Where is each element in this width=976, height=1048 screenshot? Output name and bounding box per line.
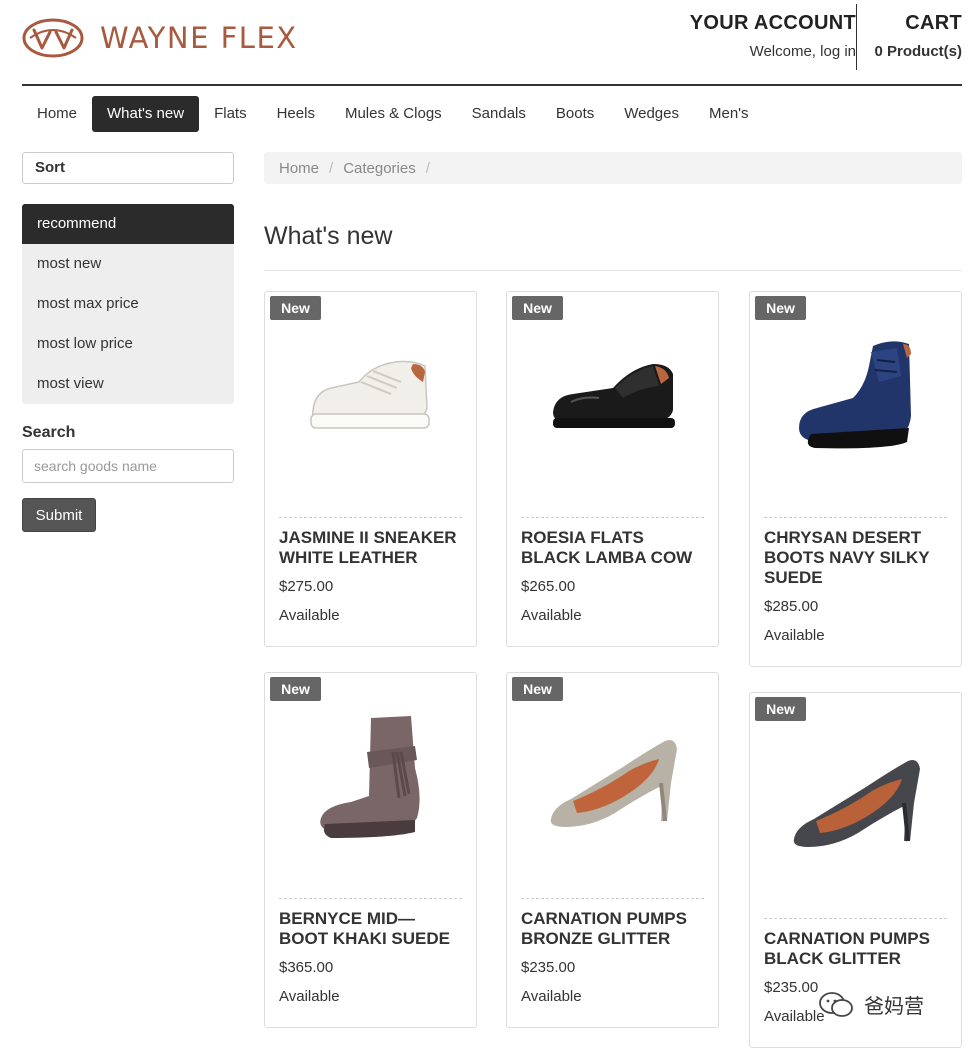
flat-shoe-image-icon [552,364,675,428]
product-status: Available [521,607,582,624]
mid-boot-image-icon [319,716,420,838]
nav-flats[interactable]: Flats [199,96,262,132]
product-price: $285.00 [764,598,819,615]
breadcrumb-separator: / [425,159,430,177]
product-name[interactable]: BERNYCE MID—BOOT KHAKI SUEDE [279,909,462,949]
account-title[interactable]: YOUR ACCOUNT [690,12,856,35]
brand-name: WAYNE FLEX [100,21,298,55]
pump-image-icon [550,740,677,827]
card-divider [279,517,462,518]
product-name[interactable]: ROESIA FLATS BLACK LAMBA COW [521,528,704,568]
product-image[interactable] [750,693,961,903]
product-image[interactable] [750,292,961,502]
nav-whats-new[interactable]: What's new [92,96,200,132]
sort-option-most-new[interactable]: most new [22,244,234,284]
product-image[interactable] [507,673,718,883]
product-price: $275.00 [279,578,334,595]
new-badge: New [755,296,806,320]
search-label: Search [22,424,76,441]
product-image[interactable] [507,292,718,502]
sort-option-low-price[interactable]: most low price [22,324,234,364]
sort-options: recommend most new most max price most l… [22,204,234,404]
product-card[interactable]: New CARNATION PUMPS BRONZE GLITTER $235.… [506,672,719,1028]
cart-title[interactable]: CART [874,12,962,35]
card-divider [279,898,462,899]
product-card[interactable]: New BERNYCE MID—BOOT KHAKI SUEDE $365.00… [264,672,477,1028]
search-input[interactable] [22,449,234,483]
product-price: $265.00 [521,578,576,595]
sneaker-image-icon [309,360,430,429]
product-image[interactable] [265,292,476,502]
product-status: Available [279,988,340,1005]
new-badge: New [270,296,321,320]
sort-heading: Sort [22,152,234,184]
product-name[interactable]: CARNATION PUMPS BLACK GLITTER [764,929,947,969]
new-badge: New [755,697,806,721]
sort-option-most-view[interactable]: most view [22,364,234,404]
account-section: YOUR ACCOUNT Welcome, log in [690,12,856,60]
product-name[interactable]: CARNATION PUMPS BRONZE GLITTER [521,909,704,949]
pump-image-icon [793,760,920,847]
product-image[interactable] [265,673,476,883]
cart-section: CART 0 Product(s) [874,12,962,60]
new-badge: New [512,296,563,320]
nav-heels[interactable]: Heels [262,96,330,132]
new-badge: New [270,677,321,701]
header-divider [856,4,857,70]
breadcrumb-categories[interactable]: Categories [343,160,416,177]
product-status: Available [279,607,340,624]
product-card[interactable]: New CHRYSAN DESERT BOOTS NAVY SILKY SUED… [749,291,962,667]
nav-sandals[interactable]: Sandals [457,96,541,132]
product-status: Available [764,627,825,644]
desert-boot-image-icon [798,341,911,449]
product-name[interactable]: JASMINE II SNEAKER WHITE LEATHER [279,528,462,568]
nav-boots[interactable]: Boots [541,96,609,132]
product-card[interactable]: New ROESIA FLATS BLACK LAMBA COW $265.00… [506,291,719,647]
card-divider [521,517,704,518]
page-title: What's new [264,222,393,250]
breadcrumb: Home / Categories / [264,152,962,184]
product-card[interactable]: New JASMINE II SNEAKER WHITE LEATHER $27… [264,291,477,647]
nav-mens[interactable]: Men's [694,96,764,132]
submit-button[interactable]: Submit [22,498,96,532]
chat-bubble-icon [819,991,853,1017]
brand-logo[interactable]: WAYNE FLEX [22,18,298,58]
sort-option-recommend[interactable]: recommend [22,204,234,244]
product-price: $365.00 [279,959,334,976]
nav-wedges[interactable]: Wedges [609,96,694,132]
product-name[interactable]: CHRYSAN DESERT BOOTS NAVY SILKY SUEDE [764,528,947,588]
product-status: Available [521,988,582,1005]
card-divider [764,918,947,919]
logo-mark-icon [22,18,84,58]
sort-option-max-price[interactable]: most max price [22,284,234,324]
breadcrumb-separator: / [329,159,334,177]
new-badge: New [512,677,563,701]
card-divider [521,898,704,899]
header-rule [22,84,962,86]
cart-count[interactable]: 0 Product(s) [874,43,962,60]
main-nav: Home What's new Flats Heels Mules & Clog… [22,96,764,132]
title-divider [264,270,962,271]
nav-mules-clogs[interactable]: Mules & Clogs [330,96,457,132]
login-link[interactable]: Welcome, log in [690,43,856,60]
breadcrumb-home[interactable]: Home [279,160,319,177]
watermark: 爸妈营 [818,990,924,1019]
card-divider [764,517,947,518]
product-price: $235.00 [521,959,576,976]
nav-home[interactable]: Home [22,96,92,132]
watermark-text: 爸妈营 [864,996,924,1018]
